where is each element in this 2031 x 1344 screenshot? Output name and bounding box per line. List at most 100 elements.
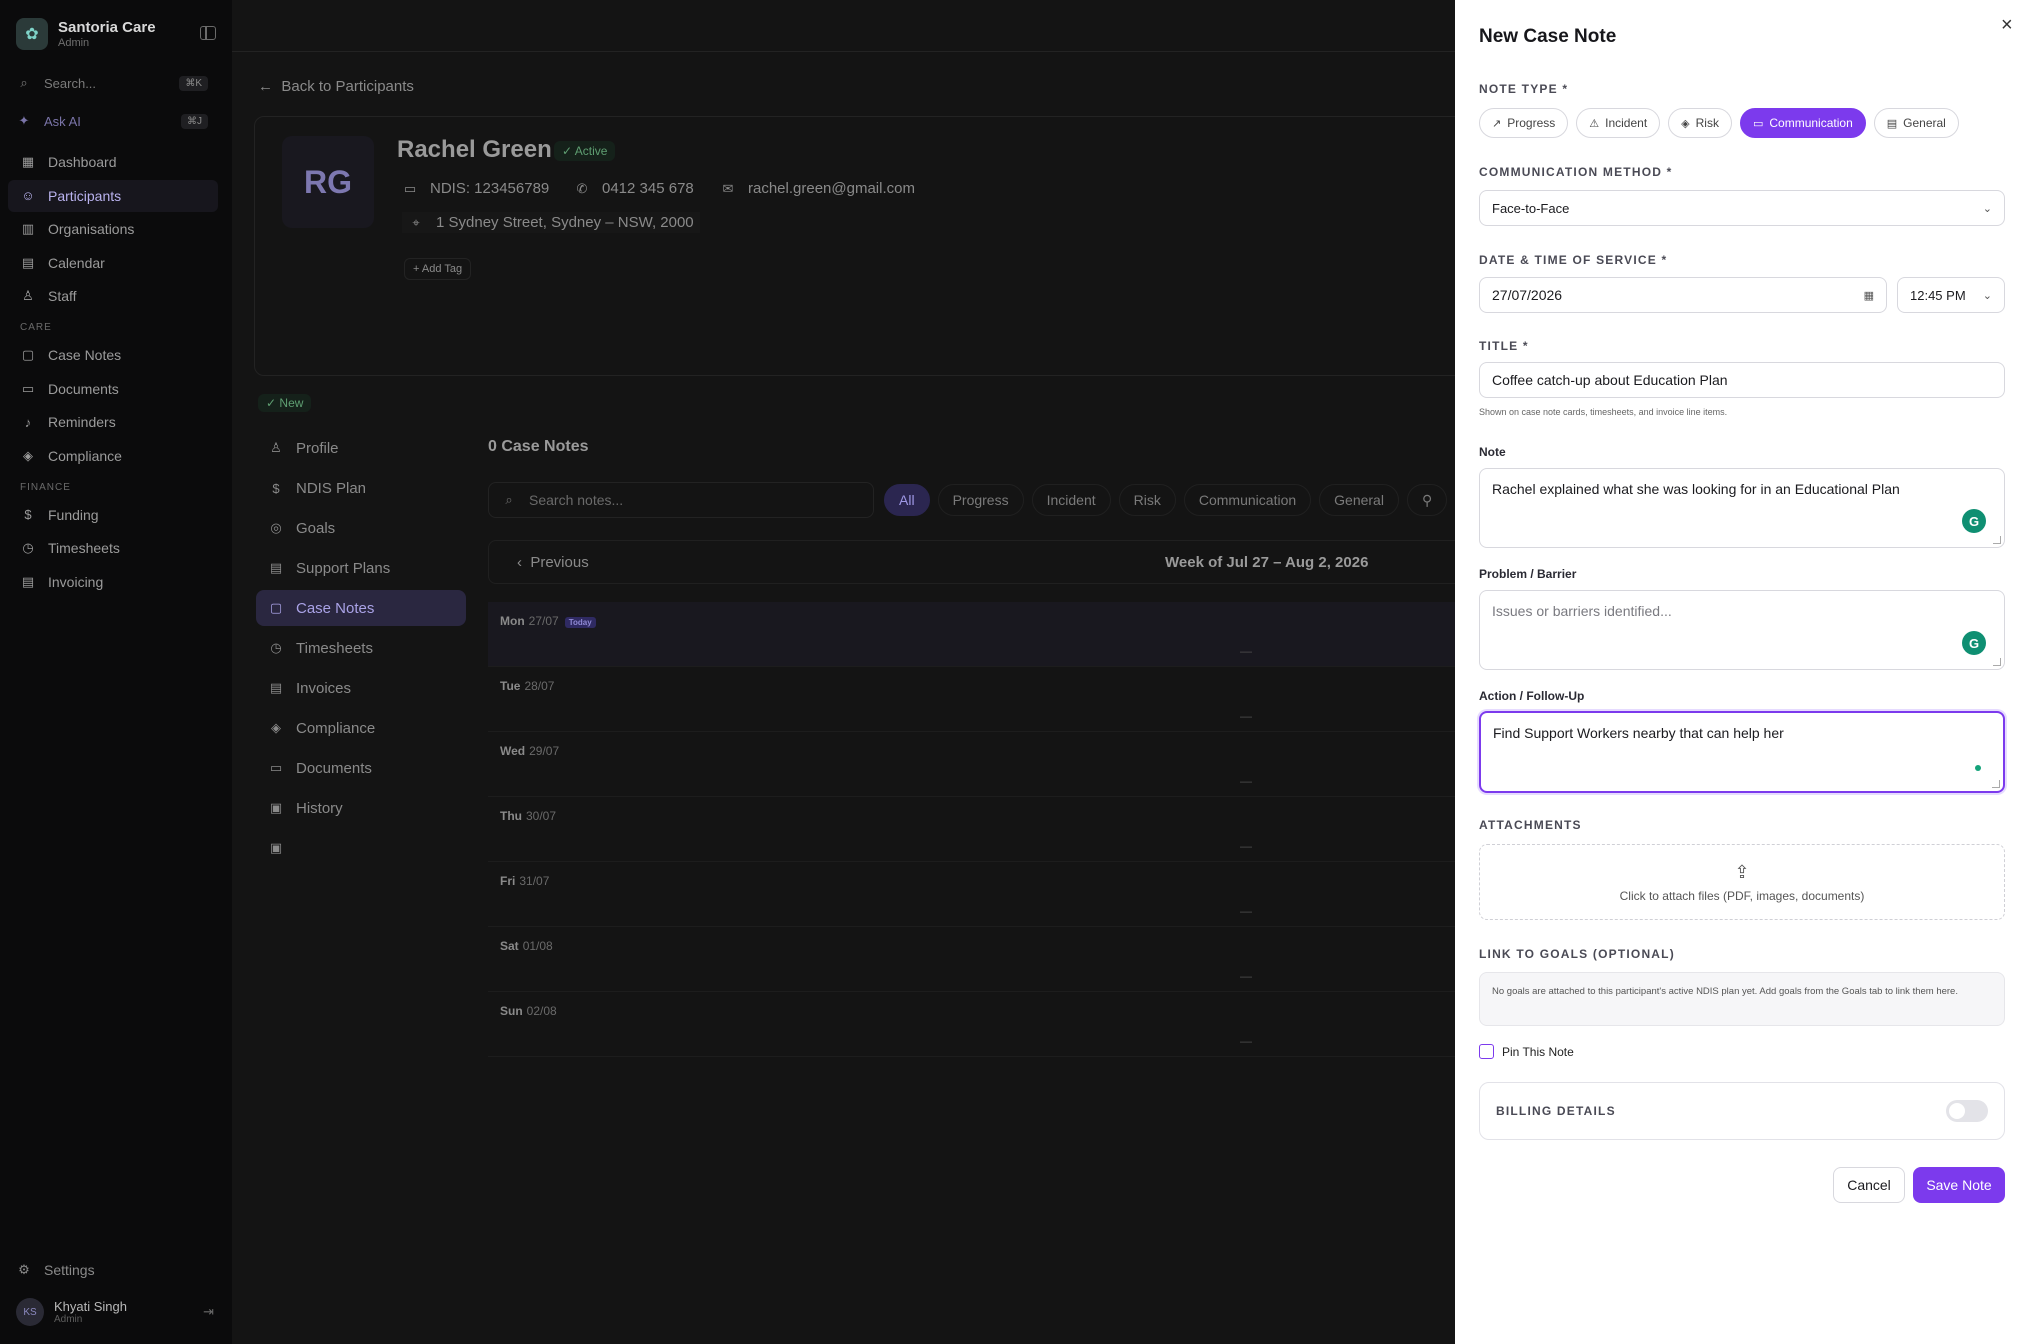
brand-name: Santoria Care	[58, 19, 156, 36]
clipboard-icon: ▤	[269, 560, 283, 575]
tab-goals[interactable]: ◎ Goals	[256, 510, 466, 546]
sidebar-item-settings[interactable]: ⚙ Settings	[16, 1262, 94, 1278]
billing-details-label: BILLING DETAILS	[1496, 1104, 1616, 1118]
filter-risk[interactable]: Risk	[1118, 484, 1176, 516]
message-icon: ▭	[1752, 117, 1764, 130]
communication-method-select[interactable]: Face-to-Face ⌄	[1479, 190, 2005, 226]
folder-icon: ▭	[21, 380, 35, 396]
notes-search-input[interactable]: ⌕ Search notes...	[488, 482, 874, 518]
note-type-general[interactable]: ▤ General	[1873, 108, 1959, 138]
staff-icon: ♙	[22, 288, 34, 303]
filter-pinned[interactable]: ⚲	[1406, 484, 1448, 516]
ask-ai-label: Ask AI	[44, 113, 81, 129]
add-tag-button[interactable]: + Add Tag	[404, 258, 472, 280]
note-type-risk[interactable]: ◈ Risk	[1668, 108, 1732, 138]
filter-communication[interactable]: Communication	[1183, 484, 1312, 516]
grammarly-icon[interactable]: G	[1962, 631, 1986, 655]
email-text: rachel.green@gmail.com	[748, 180, 915, 197]
cancel-button[interactable]: Cancel	[1833, 1167, 1905, 1203]
sidebar-item-reminders[interactable]: ♪ Reminders	[8, 406, 218, 438]
tab-compliance[interactable]: ◈ Compliance	[256, 710, 466, 746]
resize-handle[interactable]	[1993, 658, 2001, 666]
sidebar-toggle-icon[interactable]	[200, 26, 216, 40]
resize-handle[interactable]	[1993, 536, 2001, 544]
tab-ndis-plan[interactable]: $ NDIS Plan	[256, 470, 466, 506]
attachments-dropzone[interactable]: ⇪ Click to attach files (PDF, images, do…	[1479, 844, 2005, 920]
previous-week-button[interactable]: ‹ Previous	[517, 554, 589, 571]
problem-placeholder: Issues or barriers identified...	[1492, 603, 1672, 619]
tab-profile[interactable]: ♙ Profile	[256, 430, 466, 466]
tab-timesheets[interactable]: ◷ Timesheets	[256, 630, 466, 666]
sidebar-item-label: Documents	[48, 380, 119, 397]
day-name: Thu	[500, 809, 522, 823]
sidebar-item-timesheets[interactable]: ◷ Timesheets	[8, 532, 218, 564]
user-menu[interactable]: KS Khyati Singh Admin ⇥	[16, 1298, 214, 1326]
sidebar-item-label: Participants	[48, 187, 122, 204]
notes-search-placeholder: Search notes...	[529, 492, 624, 508]
problem-textarea[interactable]: Issues or barriers identified... G	[1479, 590, 2005, 670]
status-badge-label: Active	[574, 144, 608, 158]
resize-handle[interactable]	[1992, 780, 2000, 788]
brand-logo-icon: ✿	[16, 18, 48, 50]
tab-history[interactable]: ▣ History	[256, 790, 466, 826]
save-note-button[interactable]: Save Note	[1913, 1167, 2005, 1203]
tab-support-plans[interactable]: ▤ Support Plans	[256, 550, 466, 586]
note-type-communication[interactable]: ▭ Communication	[1739, 108, 1866, 138]
logout-icon[interactable]: ⇥	[203, 1304, 214, 1320]
grid-icon: ▦	[21, 154, 35, 169]
action-textarea[interactable]: Find Support Workers nearby that can hel…	[1479, 711, 2005, 793]
sidebar-item-participants[interactable]: ☺ Participants	[8, 179, 218, 212]
datetime-label: DATE & TIME OF SERVICE *	[1479, 253, 1668, 267]
new-badge-label: New	[279, 396, 304, 410]
new-case-note-panel: New Case Note × NOTE TYPE * ↗ Progress ⚠ I…	[1455, 0, 2031, 1344]
note-type-incident[interactable]: ⚠ Incident	[1576, 108, 1661, 138]
sidebar-item-documents[interactable]: ▭ Documents	[8, 373, 218, 405]
filter-progress[interactable]: Progress	[937, 484, 1024, 516]
service-date-field[interactable]: 27/07/2026 ▦	[1479, 277, 1887, 313]
dollar-icon: $	[24, 507, 32, 522]
pin-note-checkbox[interactable]	[1479, 1044, 1494, 1059]
filter-general[interactable]: General	[1319, 484, 1399, 516]
ask-ai-button[interactable]: ✦ Ask AI ⌘J	[16, 110, 208, 132]
sidebar-item-case-notes[interactable]: ▢ Case Notes	[8, 339, 218, 371]
tab-archive[interactable]: ▣	[256, 830, 466, 866]
sidebar-item-compliance[interactable]: ◈ Compliance	[8, 440, 218, 472]
day-name: Sat	[500, 939, 519, 953]
day-row: Tue 28/07 —	[488, 667, 1455, 732]
filter-incident[interactable]: Incident	[1031, 484, 1111, 516]
calendar-icon[interactable]: ▦	[1864, 289, 1874, 302]
email-address[interactable]: ✉ rachel.green@gmail.com	[720, 180, 915, 197]
note-textarea[interactable]: Rachel explained what she was looking fo…	[1479, 468, 2005, 548]
tab-label: Invoices	[296, 679, 352, 697]
billing-details-section: BILLING DETAILS	[1479, 1082, 2005, 1140]
phone-number[interactable]: ✆ 0412 345 678	[574, 180, 694, 197]
service-time-select[interactable]: 12:45 PM ⌄	[1897, 277, 2005, 313]
note-label: Note	[1479, 445, 1506, 459]
back-to-participants-link[interactable]: ← Back to Participants	[258, 78, 414, 95]
title-field[interactable]: Coffee catch-up about Education Plan	[1479, 362, 2005, 398]
clock-icon: ◷	[270, 640, 282, 655]
invoice-icon: ▤	[21, 573, 35, 589]
sidebar-item-invoicing[interactable]: ▤ Invoicing	[8, 566, 218, 598]
sidebar-item-organisations[interactable]: ▥ Organisations	[8, 213, 218, 245]
shield-icon: ◈	[23, 447, 33, 463]
sidebar-item-staff[interactable]: ♙ Staff	[8, 280, 218, 312]
note-type-progress[interactable]: ↗ Progress	[1479, 108, 1569, 138]
sidebar-item-funding[interactable]: $ Funding	[8, 499, 218, 531]
tab-documents[interactable]: ▭ Documents	[256, 750, 466, 786]
back-link-label: Back to Participants	[281, 78, 414, 95]
filter-all[interactable]: All	[884, 484, 930, 516]
close-icon[interactable]: ×	[2001, 14, 2013, 37]
billing-toggle[interactable]	[1946, 1100, 1988, 1122]
grammarly-icon[interactable]: G	[1962, 509, 1986, 533]
tab-invoices[interactable]: ▤ Invoices	[256, 670, 466, 706]
pin-note-row[interactable]: Pin This Note	[1479, 1044, 1574, 1059]
brand[interactable]: ✿ Santoria Care Admin	[16, 18, 156, 50]
sidebar-item-dashboard[interactable]: ▦ Dashboard	[8, 146, 218, 178]
sidebar-search[interactable]: ⌕ Search... ⌘K	[16, 72, 208, 94]
day-row: Thu 30/07 —	[488, 797, 1455, 862]
attachments-label: ATTACHMENTS	[1479, 818, 1582, 832]
action-label: Action / Follow-Up	[1479, 689, 1585, 703]
sidebar-item-calendar[interactable]: ▤ Calendar	[8, 247, 218, 279]
tab-case-notes[interactable]: ▢ Case Notes	[256, 590, 466, 626]
